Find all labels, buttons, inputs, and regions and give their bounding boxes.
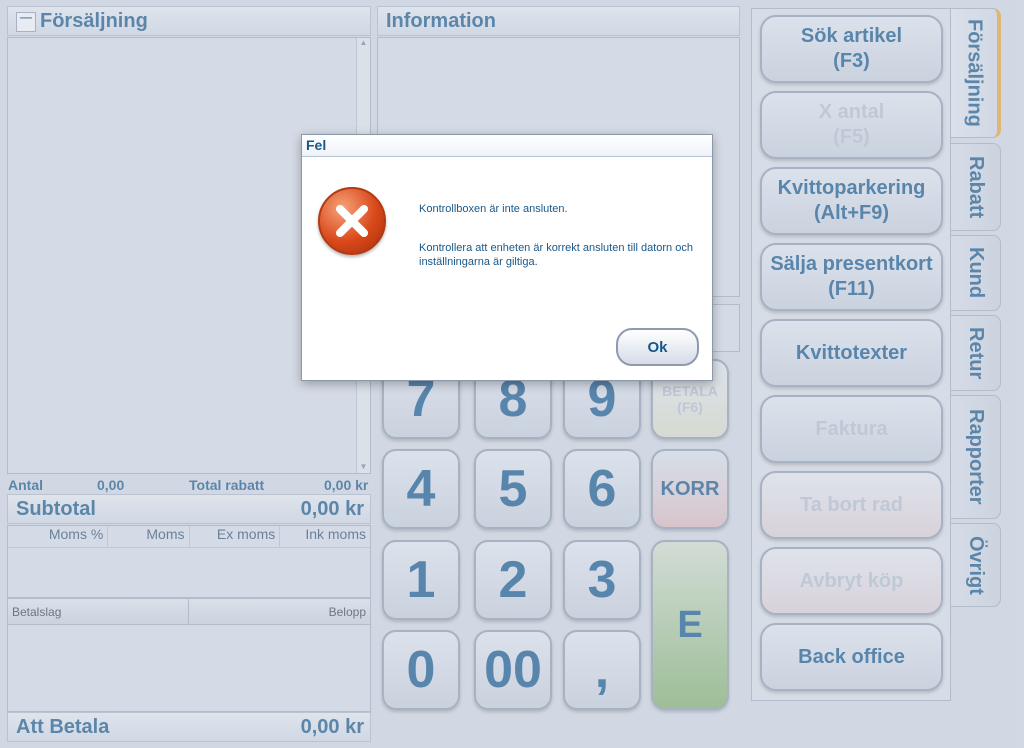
error-message-main: Kontrollboxen är inte ansluten. (419, 203, 568, 215)
ok-button[interactable]: Ok (616, 328, 699, 366)
error-dialog: Fel Kontrollboxen är inte ansluten. Kont… (301, 134, 713, 381)
error-icon (318, 187, 386, 255)
error-message-detail: Kontrollera att enheten är korrekt anslu… (419, 242, 693, 268)
dialog-title: Fel (302, 135, 712, 157)
